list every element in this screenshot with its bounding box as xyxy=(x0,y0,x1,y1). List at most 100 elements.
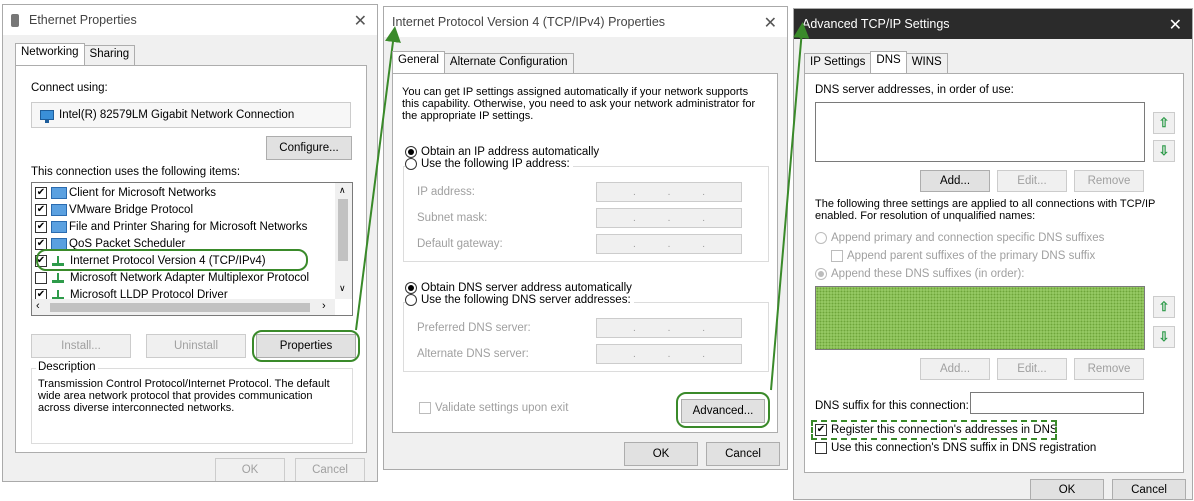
network-service-icon xyxy=(51,220,67,233)
dns-suffix-label: DNS suffix for this connection: xyxy=(815,400,969,412)
dns-suffix-input[interactable] xyxy=(970,392,1144,414)
scroll-down-icon[interactable]: ∨ xyxy=(339,283,346,294)
ipv4-properties-window: Internet Protocol Version 4 (TCP/IPv4) P… xyxy=(383,6,788,470)
tab-general[interactable]: General xyxy=(392,51,445,73)
use-following-ip-radio[interactable]: Use the following IP address: xyxy=(405,158,573,171)
tab-networking[interactable]: Networking xyxy=(15,43,85,65)
remove-suffix-button[interactable]: Remove xyxy=(1074,358,1144,380)
ok-button[interactable]: OK xyxy=(215,458,285,481)
obtain-dns-radio[interactable]: Obtain DNS server address automatically xyxy=(405,282,632,294)
add-suffix-button[interactable]: Add... xyxy=(920,358,990,380)
cancel-button[interactable]: Cancel xyxy=(295,458,365,481)
append-these-radio[interactable]: Append these DNS suffixes (in order): xyxy=(815,268,1024,280)
dot: . xyxy=(667,322,671,334)
dot: . xyxy=(632,186,636,198)
tab-dns[interactable]: DNS xyxy=(870,51,907,73)
window-title: Internet Protocol Version 4 (TCP/IPv4) P… xyxy=(392,15,666,29)
list-item[interactable]: Microsoft Network Adapter Multiplexor Pr… xyxy=(35,269,309,286)
horizontal-scrollbar[interactable]: ‹ › xyxy=(32,299,335,315)
tab-sharing[interactable]: Sharing xyxy=(83,45,136,65)
scroll-thumb-h[interactable] xyxy=(50,303,310,312)
cancel-button[interactable]: Cancel xyxy=(1112,479,1186,499)
ok-button[interactable]: OK xyxy=(624,442,698,466)
ip-address-field[interactable]: ... xyxy=(596,182,742,202)
subnet-mask-field[interactable]: ... xyxy=(596,208,742,228)
item-label: File and Printer Sharing for Microsoft N… xyxy=(69,220,308,233)
close-icon[interactable]: ✕ xyxy=(1169,15,1182,35)
radio-icon[interactable] xyxy=(405,282,417,294)
radio-icon[interactable] xyxy=(405,294,417,306)
dot: . xyxy=(632,322,636,334)
window-title: Advanced TCP/IP Settings xyxy=(802,17,950,31)
dns-suffixes-list[interactable] xyxy=(815,286,1145,350)
radio-label: Append these DNS suffixes (in order): xyxy=(831,268,1025,281)
tab-wins[interactable]: WINS xyxy=(905,53,948,73)
append-primary-radio[interactable]: Append primary and connection specific D… xyxy=(815,232,1104,244)
network-adapter-icon xyxy=(11,13,19,27)
tab-alternate-configuration[interactable]: Alternate Configuration xyxy=(443,53,574,73)
move-up-icon[interactable]: ⇧ xyxy=(1153,296,1175,318)
checkbox[interactable] xyxy=(35,220,47,233)
move-up-icon[interactable]: ⇧ xyxy=(1153,112,1175,134)
list-item[interactable]: File and Printer Sharing for Microsoft N… xyxy=(35,218,307,235)
list-item[interactable]: VMware Bridge Protocol xyxy=(35,201,193,218)
preferred-dns-field[interactable]: ... xyxy=(596,318,742,338)
advanced-highlight xyxy=(676,392,770,428)
tab-ip-settings[interactable]: IP Settings xyxy=(804,53,872,73)
radio-label: Append primary and connection specific D… xyxy=(831,232,1105,245)
scroll-thumb[interactable] xyxy=(338,199,348,261)
edit-suffix-button[interactable]: Edit... xyxy=(997,358,1067,380)
move-down-icon[interactable]: ⇩ xyxy=(1153,326,1175,348)
dns-servers-list[interactable] xyxy=(815,102,1145,162)
dot: . xyxy=(702,348,706,360)
uninstall-button[interactable]: Uninstall xyxy=(146,334,246,358)
radio-icon[interactable] xyxy=(405,158,417,170)
register-highlight xyxy=(811,420,1057,440)
vertical-scrollbar[interactable]: ∧ ∨ xyxy=(335,183,352,299)
install-button[interactable]: Install... xyxy=(31,334,131,358)
subnet-mask-label: Subnet mask: xyxy=(417,212,488,224)
checkbox[interactable] xyxy=(815,442,827,454)
close-icon[interactable]: ✕ xyxy=(354,11,367,31)
item-label: Client for Microsoft Networks xyxy=(69,186,216,199)
configure-button[interactable]: Configure... xyxy=(266,136,352,160)
checkbox[interactable] xyxy=(35,186,47,199)
scroll-left-icon[interactable]: ‹ xyxy=(36,300,40,312)
close-icon[interactable]: ✕ xyxy=(764,13,777,33)
edit-dns-button[interactable]: Edit... xyxy=(997,170,1067,192)
move-down-icon[interactable]: ⇩ xyxy=(1153,140,1175,162)
list-item[interactable]: Client for Microsoft Networks xyxy=(35,184,216,201)
checkbox[interactable] xyxy=(35,271,47,284)
add-dns-button[interactable]: Add... xyxy=(920,170,990,192)
ok-button[interactable]: OK xyxy=(1030,479,1104,499)
use-following-dns-radio[interactable]: Use the following DNS server addresses: xyxy=(405,294,634,307)
checkbox[interactable] xyxy=(419,402,431,414)
alternate-dns-field[interactable]: ... xyxy=(596,344,742,364)
scroll-up-icon[interactable]: ∧ xyxy=(339,185,346,196)
checkbox[interactable] xyxy=(831,250,843,262)
checkbox[interactable] xyxy=(35,237,47,250)
scroll-right-icon[interactable]: › xyxy=(322,300,326,312)
radio-icon[interactable] xyxy=(405,146,417,158)
dot: . xyxy=(632,238,636,250)
item-label: QoS Packet Scheduler xyxy=(69,237,186,250)
adapter-field: Intel(R) 82579LM Gigabit Network Connect… xyxy=(31,102,351,128)
dot: . xyxy=(702,212,706,224)
obtain-ip-radio[interactable]: Obtain an IP address automatically xyxy=(405,146,599,158)
radio-icon[interactable] xyxy=(815,232,827,244)
radio-icon[interactable] xyxy=(815,268,827,280)
checkbox[interactable] xyxy=(35,203,47,216)
advanced-body: IP Settings DNS WINS DNS server addresse… xyxy=(794,39,1192,499)
default-gateway-field[interactable]: ... xyxy=(596,234,742,254)
description-text: Transmission Control Protocol/Internet P… xyxy=(38,378,330,414)
cancel-button[interactable]: Cancel xyxy=(706,442,780,466)
intro-text: You can get IP settings assigned automat… xyxy=(402,86,756,122)
dns-panel: DNS server addresses, in order of use: ⇧… xyxy=(804,73,1184,473)
ipv4-item-highlight xyxy=(36,249,308,271)
validate-checkbox[interactable]: Validate settings upon exit xyxy=(419,402,568,414)
description-label: Description xyxy=(36,361,98,373)
checkbox-label: Append parent suffixes of the primary DN… xyxy=(847,250,1096,263)
remove-dns-button[interactable]: Remove xyxy=(1074,170,1144,192)
use-suffix-checkbox[interactable]: Use this connection's DNS suffix in DNS … xyxy=(815,442,1096,454)
append-parent-checkbox[interactable]: Append parent suffixes of the primary DN… xyxy=(831,250,1095,262)
